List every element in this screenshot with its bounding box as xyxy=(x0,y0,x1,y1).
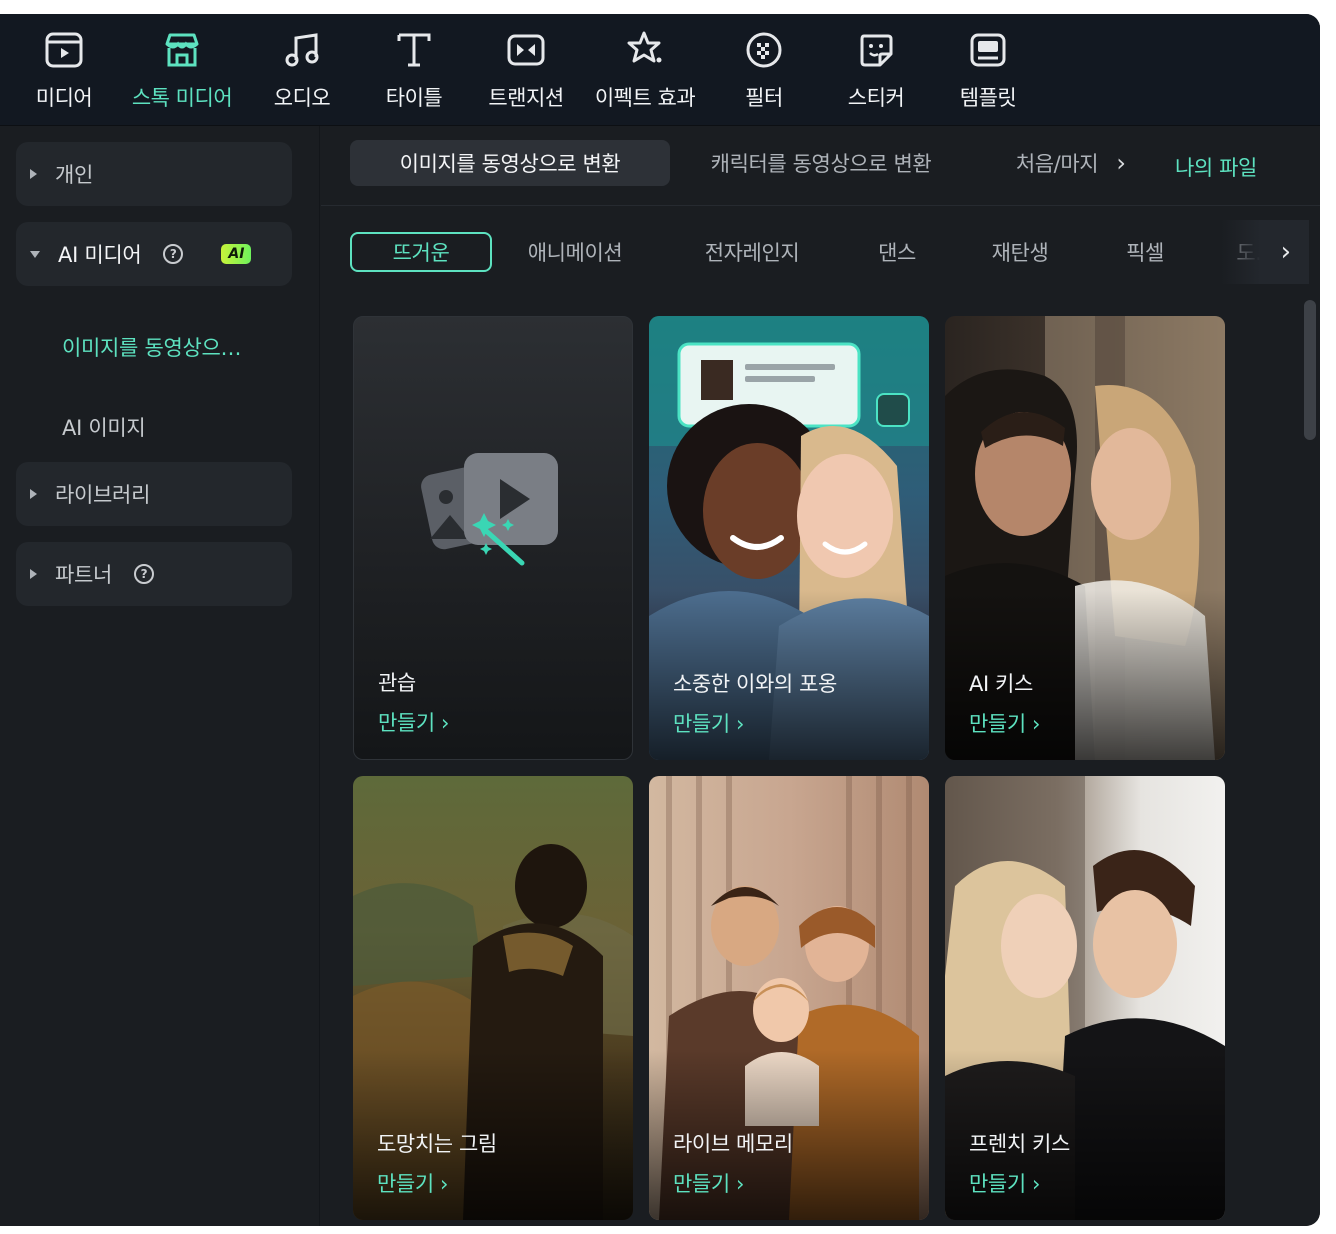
card-make-link[interactable]: 만들기 › xyxy=(969,1168,1040,1198)
tabs-scroll-right-icon[interactable]: › xyxy=(1109,140,1133,186)
toolbar-stock-media-label: 스톡 미디어 xyxy=(131,86,233,110)
sidebar-item-library[interactable]: 라이브러리 xyxy=(16,462,292,526)
stock-store-icon xyxy=(160,28,204,72)
sidebar-library-label: 라이브러리 xyxy=(55,483,151,507)
sidebar-item-ai-image[interactable]: AI 이미지 xyxy=(62,412,146,442)
category-microwave[interactable]: 전자레인지 xyxy=(693,232,811,272)
sticker-icon xyxy=(854,28,898,72)
template-card[interactable]: AI 키스 만들기 › xyxy=(945,316,1225,760)
main-panel: 이미지를 동영상으로 변환 캐릭터를 동영상으로 변환 처음/마지 › 나의 파… xyxy=(321,126,1320,1226)
toolbar-sticker[interactable]: 스티커 xyxy=(836,28,916,124)
toolbar-media[interactable]: 미디어 xyxy=(24,28,104,124)
toolbar-transition[interactable]: 트랜지션 xyxy=(478,28,574,124)
sidebar-partner-label: 파트너 xyxy=(55,563,113,587)
toolbar-template[interactable]: 템플릿 xyxy=(948,28,1028,124)
toolbar-title-label: 타이틀 xyxy=(385,86,443,110)
card-make-link[interactable]: 만들기 › xyxy=(673,708,744,738)
expand-arrow-icon xyxy=(30,489,37,499)
app-window: 미디어 스톡 미디어 오디오 타이틀 트랜지션 이펙트 효과 필터 스티커 템플… xyxy=(0,14,1320,1226)
toolbar-stock-media[interactable]: 스톡 미디어 xyxy=(126,28,238,124)
sidebar-ai-media-label: AI 미디어 xyxy=(58,243,142,267)
category-scroll-right-icon[interactable]: › xyxy=(1221,220,1309,284)
card-make-link[interactable]: 만들기 › xyxy=(673,1168,744,1198)
tab-image-to-video[interactable]: 이미지를 동영상으로 변환 xyxy=(350,140,670,186)
category-bar: 뜨거운 애니메이션 전자레인지 댄스 재탄생 픽셀 도. › xyxy=(321,220,1320,284)
category-rebirth[interactable]: 재탄생 xyxy=(985,232,1055,272)
sidebar-item-partner[interactable]: 파트너 ? xyxy=(16,542,292,606)
scrollbar[interactable] xyxy=(1304,300,1316,1220)
card-title: 관습 xyxy=(378,671,416,695)
effects-star-icon xyxy=(623,28,667,72)
expand-arrow-icon xyxy=(30,569,37,579)
card-title: AI 키스 xyxy=(969,672,1033,696)
card-make-link[interactable]: 만들기 › xyxy=(378,707,449,737)
card-title: 프렌치 키스 xyxy=(969,1132,1070,1156)
scrollbar-thumb[interactable] xyxy=(1304,300,1316,440)
sidebar-item-ai-media[interactable]: AI 미디어 ? AI xyxy=(16,222,292,286)
card-make-link[interactable]: 만들기 › xyxy=(377,1168,448,1198)
tab-bar: 이미지를 동영상으로 변환 캐릭터를 동영상으로 변환 처음/마지 › 나의 파… xyxy=(321,126,1320,206)
tab-character-to-video[interactable]: 캐릭터를 동영상으로 변환 xyxy=(691,140,951,186)
toolbar-title[interactable]: 타이틀 xyxy=(374,28,454,124)
category-hot[interactable]: 뜨거운 xyxy=(350,232,492,272)
transition-icon xyxy=(504,28,548,72)
toolbar-template-label: 템플릿 xyxy=(959,86,1017,110)
category-pixel[interactable]: 픽셀 xyxy=(1119,232,1171,272)
toolbar-filter[interactable]: 필터 xyxy=(724,28,804,124)
media-icon xyxy=(42,28,86,72)
toolbar-filter-label: 필터 xyxy=(745,86,783,110)
toolbar-audio[interactable]: 오디오 xyxy=(262,28,342,124)
sidebar-personal-label: 개인 xyxy=(55,163,94,187)
template-card[interactable]: 관습 만들기 › xyxy=(353,316,633,760)
category-animation[interactable]: 애니메이션 xyxy=(517,232,633,272)
toolbar-effects[interactable]: 이펙트 효과 xyxy=(586,28,704,124)
card-title: 소중한 이와의 포옹 xyxy=(673,672,837,696)
template-card[interactable]: 도망치는 그림 만들기 › xyxy=(353,776,633,1220)
filter-icon xyxy=(742,28,786,72)
tab-my-files[interactable]: 나의 파일 xyxy=(1169,144,1263,190)
category-dance[interactable]: 댄스 xyxy=(869,232,925,272)
card-make-link[interactable]: 만들기 › xyxy=(969,708,1040,738)
template-icon xyxy=(966,28,1010,72)
ai-badge: AI xyxy=(221,244,252,264)
top-toolbar: 미디어 스톡 미디어 오디오 타이틀 트랜지션 이펙트 효과 필터 스티커 템플… xyxy=(0,14,1320,126)
toolbar-effects-label: 이펙트 효과 xyxy=(594,86,696,110)
toolbar-audio-label: 오디오 xyxy=(273,86,331,110)
expand-arrow-icon xyxy=(30,169,37,179)
toolbar-transition-label: 트랜지션 xyxy=(488,86,564,110)
sidebar-item-image-to-video[interactable]: 이미지를 동영상으… xyxy=(62,332,242,362)
help-icon[interactable]: ? xyxy=(134,564,155,584)
toolbar-sticker-label: 스티커 xyxy=(847,86,905,110)
sidebar: 개인 AI 미디어 ? AI 이미지를 동영상으… AI 이미지 라이브러리 파… xyxy=(0,126,320,1226)
music-note-icon xyxy=(280,28,324,72)
card-title: 도망치는 그림 xyxy=(377,1132,497,1156)
template-card[interactable]: 라이브 메모리 만들기 › xyxy=(649,776,929,1220)
tab-first-last[interactable]: 처음/마지 xyxy=(1009,140,1105,186)
template-card[interactable]: 프렌치 키스 만들기 › xyxy=(945,776,1225,1220)
sidebar-item-personal[interactable]: 개인 xyxy=(16,142,292,206)
title-t-icon xyxy=(392,28,436,72)
template-card[interactable]: 소중한 이와의 포옹 만들기 › xyxy=(649,316,929,760)
collapse-arrow-icon xyxy=(30,250,40,258)
toolbar-media-label: 미디어 xyxy=(35,86,93,110)
help-icon[interactable]: ? xyxy=(163,244,184,264)
card-title: 라이브 메모리 xyxy=(673,1132,793,1156)
